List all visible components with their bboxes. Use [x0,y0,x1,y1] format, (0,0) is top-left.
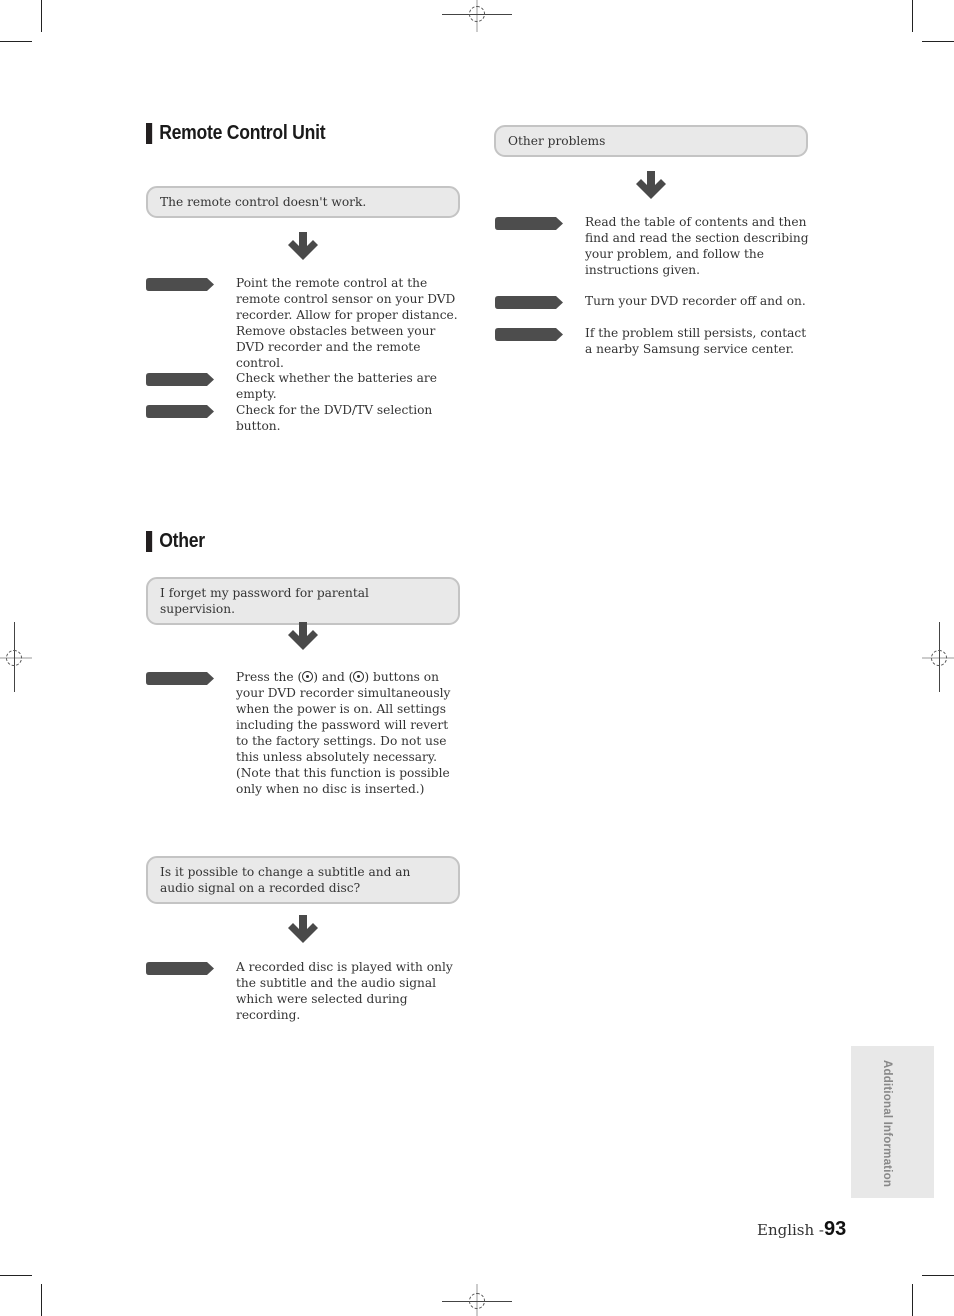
title-bar [146,123,153,144]
crop-mark [41,1284,42,1316]
step-marker-icon [146,405,214,418]
down-arrow-icon [286,232,320,262]
step-text: Turn your DVD recorder off and on. [585,294,806,308]
step-marker-icon [146,373,214,386]
crop-mark [922,41,954,42]
down-arrow-icon [286,915,320,945]
step-marker-icon [495,296,563,309]
step-marker-icon [146,278,214,291]
side-tab-additional-information: Additional Information [851,1046,934,1198]
step-text: A recorded disc is played with only the … [236,960,453,1022]
section-title-text: Other [159,530,205,552]
solution-step: Point the remote control at the remote c… [146,275,464,371]
solution-step: Turn your DVD recorder off and on. [495,293,813,309]
crop-mark [41,0,42,32]
crop-mark [0,1275,32,1276]
question-box-remote: The remote control doesn't work. [146,186,460,218]
question-box-other-problems: Other problems [494,125,808,157]
step-marker-icon [146,962,214,975]
down-arrow-icon [634,171,668,201]
solution-step: If the problem still persists, contact a… [495,325,813,357]
step-marker-icon [495,328,563,341]
page-number: English -93 [757,1218,846,1241]
crop-mark [922,1275,954,1276]
step-marker-icon [495,217,563,230]
skip-button-icon [302,671,314,682]
page-language: English - [757,1221,825,1239]
step-note: (Note that this function is possible onl… [236,766,450,796]
step-text: Check for the DVD/TV selection button. [236,403,433,433]
step-text: Press the () and () buttons on your DVD … [236,670,451,796]
step-text: Point the remote control at the remote c… [236,276,458,370]
section-title-remote: Remote Control Unit [146,122,326,145]
solution-step: Press the () and () buttons on your DVD … [146,669,464,797]
step-text: Check whether the batteries are empty. [236,371,437,401]
solution-step: Read the table of contents and then find… [495,214,813,278]
solution-step: Check for the DVD/TV selection button. [146,402,464,434]
crop-mark [0,41,32,42]
stop-button-icon [353,671,365,682]
section-title-text: Remote Control Unit [159,122,326,144]
side-tab-label: Additional Information [881,1060,893,1188]
question-box-subtitle: Is it possible to change a subtitle and … [146,856,460,904]
crop-mark [912,0,913,32]
title-bar [146,531,153,552]
down-arrow-icon [286,622,320,652]
step-text: If the problem still persists, contact a… [585,326,807,356]
section-title-other: Other [146,530,205,553]
step-marker-icon [146,672,214,685]
question-box-password: I forget my password for parental superv… [146,577,460,625]
step-text: Read the table of contents and then find… [585,215,809,277]
solution-step: Check whether the batteries are empty. [146,370,464,402]
page-number-value: 93 [824,1218,847,1240]
crop-mark [912,1284,913,1316]
solution-step: A recorded disc is played with only the … [146,959,464,1023]
